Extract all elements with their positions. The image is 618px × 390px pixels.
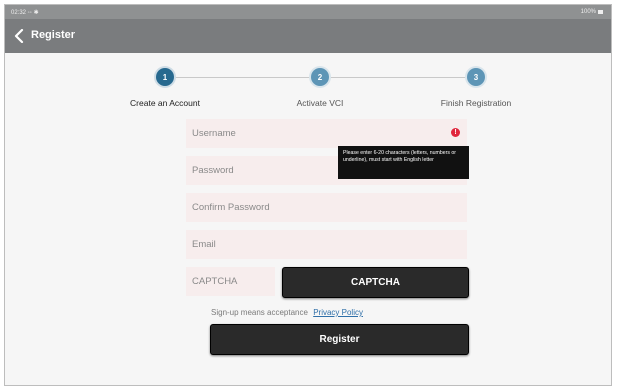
chevron-left-icon: [14, 29, 24, 43]
captcha-input[interactable]: [186, 267, 275, 296]
status-bar: 02:32 ◦◦ ✱ 100%: [5, 5, 611, 19]
error-icon: !: [451, 128, 460, 137]
agreement-line: Sign-up means acceptance Privacy Policy: [211, 308, 363, 317]
title-bar: Register: [5, 19, 611, 53]
status-time: 02:32 ◦◦ ✱: [11, 10, 39, 16]
step-connector-1: [173, 77, 311, 78]
agreement-text: Sign-up means acceptance: [211, 308, 308, 317]
username-input[interactable]: [186, 119, 467, 148]
captcha-button[interactable]: CAPTCHA: [282, 267, 469, 298]
battery-level: 100%: [580, 9, 596, 15]
status-battery-area: 100%: [581, 9, 603, 15]
email-input[interactable]: [186, 230, 467, 259]
confirm-password-input[interactable]: [186, 193, 467, 222]
step-3-label: Finish Registration: [440, 98, 512, 108]
step-1-label: Create an Account: [130, 98, 200, 108]
battery-icon: [598, 10, 603, 14]
step-connector-2: [329, 77, 467, 78]
step-2-circle: 2: [311, 68, 329, 86]
device-screen: 02:32 ◦◦ ✱ 100% Register 1 2 3 Create an…: [4, 4, 612, 386]
step-3-circle: 3: [467, 68, 485, 86]
privacy-policy-link[interactable]: Privacy Policy: [313, 308, 363, 317]
error-tooltip: Please enter 6-20 characters (letters, n…: [338, 146, 469, 179]
back-button[interactable]: [9, 26, 29, 46]
step-1-circle: 1: [156, 68, 174, 86]
step-2-label: Activate VCI: [296, 98, 344, 108]
register-button[interactable]: Register: [210, 324, 469, 355]
register-content: 1 2 3 Create an Account Activate VCI Fin…: [5, 53, 611, 385]
page-title: Register: [31, 29, 76, 41]
